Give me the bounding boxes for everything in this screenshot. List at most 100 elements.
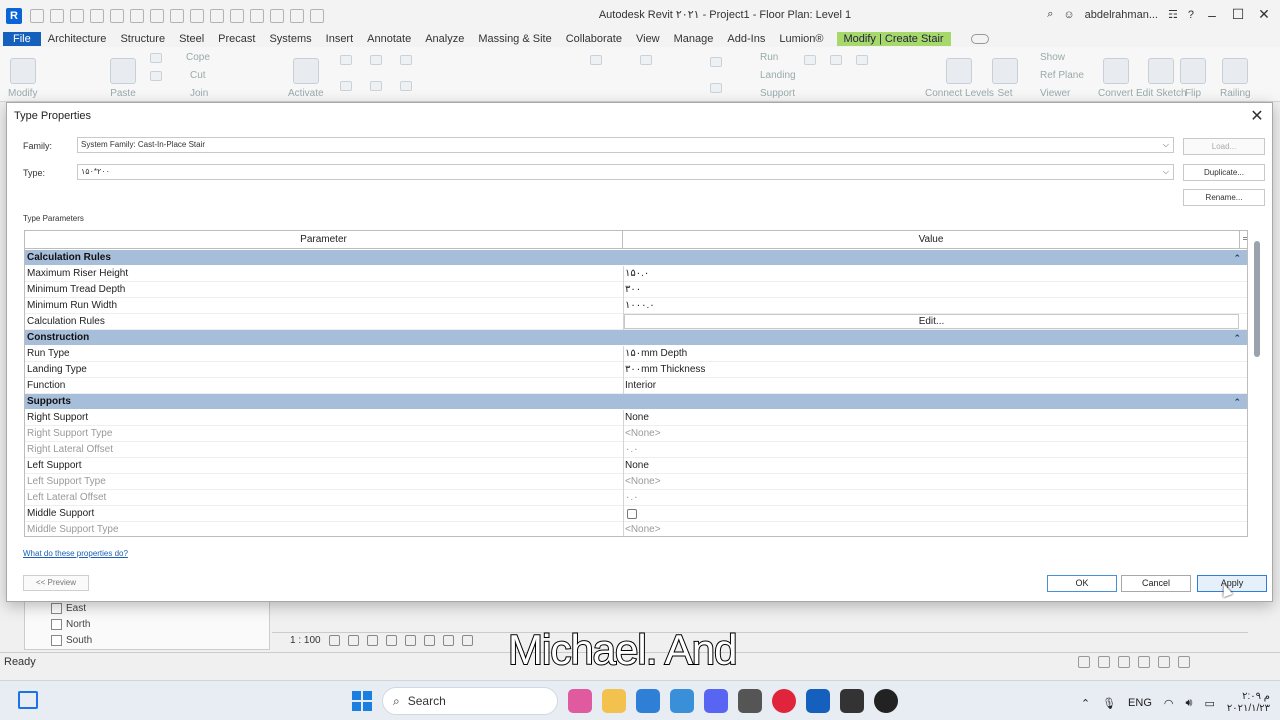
preview-button[interactable]: << Preview	[23, 575, 89, 591]
sun-path-icon[interactable]	[366, 635, 378, 646]
cancel-edit-icon[interactable]	[710, 57, 722, 67]
tab-structure[interactable]: Structure	[113, 32, 172, 46]
section-icon[interactable]	[250, 8, 264, 23]
tab-systems[interactable]: Systems	[262, 32, 318, 46]
ribbon-group-ref-plane[interactable]: Ref Plane	[1040, 67, 1084, 81]
print-icon[interactable]	[150, 8, 164, 23]
wifi-icon[interactable]: ◠	[1164, 697, 1174, 710]
browser-item-north[interactable]: North	[51, 619, 90, 630]
ok-button[interactable]: OK	[1047, 575, 1117, 592]
revit-logo-icon[interactable]: R	[6, 7, 22, 24]
parameter-value[interactable]: Interior	[625, 378, 1239, 393]
ribbon-group-flip[interactable]: Flip	[1180, 51, 1206, 99]
measure-icon[interactable]	[170, 8, 184, 23]
parameter-value[interactable]: <None>	[625, 522, 1239, 536]
cart-icon[interactable]: ☶	[1168, 8, 1178, 21]
shadows-icon[interactable]	[385, 635, 397, 646]
view-scale[interactable]: 1 : 100	[290, 635, 321, 646]
tab-architecture[interactable]: Architecture	[41, 32, 114, 46]
battery-icon[interactable]: ▭	[1204, 697, 1214, 710]
offset-icon[interactable]	[370, 55, 382, 65]
filter-icon[interactable]	[1178, 656, 1190, 668]
discord-icon[interactable]	[704, 689, 728, 713]
edit-calculation-rules-button[interactable]: Edit...	[624, 314, 1239, 329]
ribbon-group-cut[interactable]: Cut	[190, 67, 206, 81]
ribbon-group-cope[interactable]: Cope	[186, 49, 210, 63]
tab-add-ins[interactable]: Add-Ins	[720, 32, 772, 46]
visual-style-icon[interactable]	[347, 635, 359, 646]
finish-edit-icon[interactable]	[710, 83, 722, 93]
stair-landing-icon[interactable]	[856, 55, 868, 65]
store-icon[interactable]	[670, 689, 694, 713]
align-icon[interactable]	[340, 55, 352, 65]
volume-icon[interactable]: 🔊︎	[1186, 697, 1193, 710]
group-header[interactable]: Calculation Rules ⌃	[25, 250, 1247, 266]
collapse-icon[interactable]: ⌃	[1233, 394, 1241, 410]
cut-scissors-icon[interactable]	[150, 53, 162, 63]
drag-elements-icon[interactable]	[1158, 656, 1170, 668]
undo-icon[interactable]	[110, 8, 124, 23]
stair-run-icon[interactable]	[830, 55, 842, 65]
clock[interactable]: ۲:۰۹ م ۲۰۲۱/۱/۲۳	[1227, 691, 1270, 715]
outlook-icon[interactable]	[636, 689, 660, 713]
sync-icon[interactable]	[90, 8, 104, 23]
autocad-icon[interactable]	[840, 689, 864, 713]
ribbon-group-show[interactable]: Show	[1040, 49, 1065, 63]
tab-view[interactable]: View	[629, 32, 667, 46]
maximize-icon[interactable]: ☐	[1230, 6, 1246, 23]
ribbon-group-edit-sketch[interactable]: Edit Sketch	[1136, 51, 1187, 99]
grid-scrollbar[interactable]	[1254, 241, 1260, 357]
middle-support-checkbox[interactable]	[627, 509, 637, 519]
open-icon[interactable]	[50, 8, 64, 23]
tab-file[interactable]: File	[3, 32, 41, 46]
reveal-hidden-icon[interactable]	[461, 635, 473, 646]
taskbar-search[interactable]: ⌕ Search	[382, 687, 558, 715]
parameter-value[interactable]: None	[625, 410, 1239, 425]
text-icon[interactable]	[210, 8, 224, 23]
parameter-value[interactable]: None	[625, 458, 1239, 473]
ribbon-group-railing[interactable]: Railing	[1220, 51, 1251, 99]
group-header[interactable]: Construction ⌃	[25, 330, 1247, 346]
user-name[interactable]: abdelrahman...	[1085, 9, 1158, 21]
ribbon-group-connect-levels[interactable]: Connect Levels	[925, 51, 994, 99]
home-icon[interactable]	[30, 8, 44, 23]
ribbon-options-icon[interactable]	[970, 34, 989, 44]
app-icon[interactable]	[874, 689, 898, 713]
calculator-icon[interactable]	[738, 689, 762, 713]
tab-insert[interactable]: Insert	[319, 32, 361, 46]
switch-windows-icon[interactable]	[310, 8, 324, 23]
apply-button[interactable]: Apply	[1197, 575, 1267, 592]
align-dimension-icon[interactable]	[190, 8, 204, 23]
column-parameter[interactable]: Parameter	[25, 231, 623, 249]
ribbon-group-support[interactable]: Support	[760, 85, 795, 99]
tab-analyze[interactable]: Analyze	[418, 32, 471, 46]
ribbon-group-landing[interactable]: Landing	[760, 67, 796, 81]
parameter-value[interactable]: <None>	[625, 474, 1239, 489]
microphone-icon[interactable]: 🎙︎	[1102, 697, 1116, 710]
copy-icon[interactable]	[150, 71, 162, 81]
family-dropdown[interactable]: System Family: Cast-In-Place Stair ⌵	[77, 137, 1174, 153]
rename-button[interactable]: Rename...	[1183, 189, 1265, 206]
ribbon-group-set[interactable]: Set	[992, 51, 1018, 99]
browser-item-south[interactable]: South	[51, 635, 92, 646]
copilot-icon[interactable]	[568, 689, 592, 713]
show-crop-icon[interactable]	[423, 635, 435, 646]
parameter-value[interactable]: ۳۰۰	[625, 282, 1239, 297]
close-hidden-icon[interactable]	[290, 8, 304, 23]
user-icon[interactable]: ☺	[1063, 9, 1074, 21]
thin-lines-icon[interactable]	[270, 8, 284, 23]
collapse-icon[interactable]: ⌃	[1233, 330, 1241, 346]
ribbon-group-activate[interactable]: Activate	[288, 51, 324, 99]
tab-massing-site[interactable]: Massing & Site	[471, 32, 558, 46]
tab-lumion[interactable]: Lumion®	[772, 32, 830, 46]
measure-ribbon-icon[interactable]	[590, 55, 602, 65]
create-icon[interactable]	[640, 55, 652, 65]
tab-steel[interactable]: Steel	[172, 32, 211, 46]
help-icon[interactable]: ?	[1188, 9, 1194, 21]
select-pinned-icon[interactable]	[1118, 656, 1130, 668]
revit-taskbar-icon[interactable]	[806, 689, 830, 713]
mirror-icon[interactable]	[400, 55, 412, 65]
ribbon-group-modify[interactable]: Modify	[8, 51, 37, 99]
media-player-icon[interactable]	[772, 689, 796, 713]
select-by-face-icon[interactable]	[1138, 656, 1150, 668]
